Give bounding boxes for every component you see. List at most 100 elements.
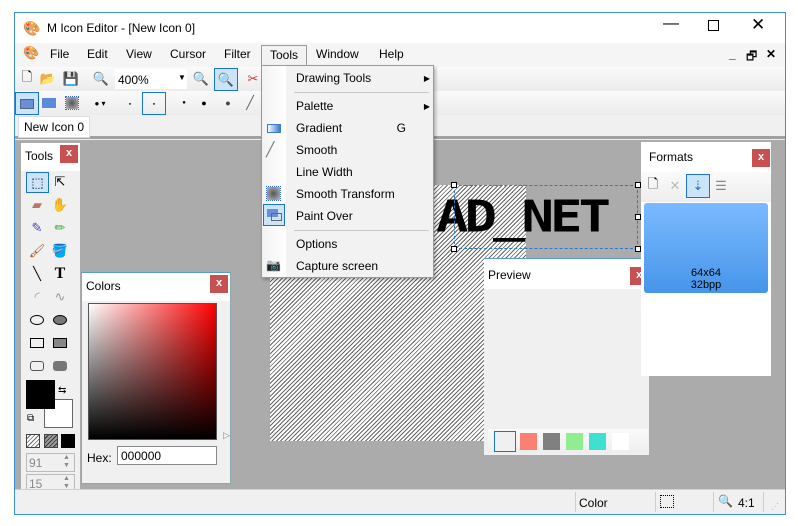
colors-panel-close-button[interactable]: x: [210, 275, 228, 293]
selection-handle[interactable]: [451, 246, 457, 252]
inverse-fill-icon[interactable]: [44, 434, 58, 448]
hex-value: 000000: [121, 449, 162, 463]
zoom-in-icon[interactable]: 🔍: [192, 70, 210, 88]
status-divider: [763, 492, 764, 512]
text-icon[interactable]: T: [51, 265, 69, 283]
preview-bg-swatch[interactable]: [543, 433, 560, 450]
brush-2-icon[interactable]: ●: [142, 92, 166, 115]
brush-size-dropdown[interactable]: ● ▾: [91, 94, 109, 112]
menu-help[interactable]: Help: [379, 47, 404, 61]
formats-panel-title: Formats: [649, 150, 694, 164]
layers-icon[interactable]: ☰: [712, 177, 730, 195]
menu-item-capture-screen[interactable]: Capture screen: [296, 259, 378, 273]
pencil-icon[interactable]: ✏: [51, 219, 69, 237]
tools-panel-close-button[interactable]: x: [60, 145, 78, 163]
smooth-transform-icon[interactable]: [63, 94, 81, 112]
saturation-value-picker[interactable]: [88, 303, 217, 440]
preview-bg-swatch[interactable]: [589, 433, 606, 450]
brush-icon[interactable]: 🖌: [28, 242, 46, 260]
preview-bg-swatch[interactable]: [520, 433, 537, 450]
primary-color-fill: [26, 380, 55, 409]
doc-icon[interactable]: 🎨: [23, 45, 39, 61]
cut-icon[interactable]: ✂: [244, 70, 262, 88]
status-mode: Color: [579, 496, 608, 510]
submenu-arrow-icon: ▶: [423, 102, 430, 111]
brush-3-icon[interactable]: ●: [175, 94, 193, 112]
zoom-value: 400%: [118, 73, 149, 87]
tools-menu: Drawing Tools ▶ Palette ▶ Gradient G ╱ Smoo…: [261, 65, 434, 278]
rectangle-icon[interactable]: [28, 334, 46, 352]
swap-colors-icon[interactable]: ⇆: [58, 385, 66, 396]
menu-edit[interactable]: Edit: [87, 47, 108, 61]
resize-grip-icon[interactable]: ⋰: [771, 502, 779, 511]
menu-filter[interactable]: Filter: [224, 47, 251, 61]
open-folder-icon[interactable]: 📂: [39, 70, 57, 88]
rect-select-icon[interactable]: ⬚: [26, 172, 49, 193]
mdi-close-button[interactable]: ✕: [766, 47, 776, 61]
eyedropper-icon[interactable]: ✎: [28, 219, 46, 237]
minimize-button[interactable]: —: [663, 15, 679, 33]
delete-format-icon[interactable]: ✕: [666, 177, 684, 195]
eraser-icon[interactable]: ▰: [28, 196, 46, 214]
zoom-select[interactable]: 400% ▼: [115, 69, 187, 89]
menu-file[interactable]: File: [50, 47, 69, 61]
pointer-select-icon[interactable]: ⇱: [51, 173, 69, 191]
menu-item-options[interactable]: Options: [296, 237, 337, 251]
menu-tools[interactable]: Tools: [261, 45, 308, 67]
brush-5-icon[interactable]: ●: [219, 94, 237, 112]
maximize-button[interactable]: [708, 20, 719, 31]
width-stepper[interactable]: 91 ▲ ▼: [26, 453, 75, 472]
zoom-auto-icon[interactable]: 🔍: [214, 68, 238, 91]
reset-colors-icon[interactable]: ⧉: [27, 413, 34, 424]
save-icon[interactable]: 💾: [62, 70, 80, 88]
menu-cursor[interactable]: Cursor: [170, 47, 206, 61]
transparent-fill-icon[interactable]: [26, 434, 40, 448]
filled-rectangle-icon[interactable]: [51, 334, 69, 352]
menu-window[interactable]: Window: [316, 47, 359, 61]
bezier-icon[interactable]: ∿: [51, 288, 69, 306]
filled-rounded-rect-icon[interactable]: [51, 357, 69, 375]
new-file-icon[interactable]: 🗋: [18, 69, 36, 88]
menu-item-paint-over[interactable]: Paint Over: [296, 209, 353, 223]
menu-item-smooth[interactable]: Smooth: [296, 143, 337, 157]
rounded-rect-icon[interactable]: [28, 357, 46, 375]
brush-1-icon[interactable]: ●: [121, 94, 139, 112]
menu-view[interactable]: View: [126, 47, 152, 61]
format-item[interactable]: 64x64 32bpp: [644, 203, 768, 293]
stepper-arrows-icon[interactable]: ▲ ▼: [63, 454, 70, 470]
hue-slider-handle[interactable]: ▷: [223, 430, 230, 441]
paint-over-icon[interactable]: [15, 92, 39, 115]
paint-replace-icon[interactable]: [40, 94, 58, 112]
smooth-icon[interactable]: ╱: [241, 94, 259, 112]
preview-bg-swatch[interactable]: [494, 431, 516, 452]
menu-item-smooth-transform[interactable]: Smooth Transform: [296, 187, 395, 201]
formats-panel-close-button[interactable]: x: [752, 149, 770, 167]
import-format-icon[interactable]: ⇣: [686, 174, 710, 198]
line-icon[interactable]: ╲: [28, 265, 46, 283]
preview-bg-swatch[interactable]: [612, 433, 629, 450]
colors-panel-header: Colors x: [82, 273, 230, 301]
new-format-icon[interactable]: 🗋: [644, 176, 662, 195]
solid-fill-icon[interactable]: [61, 434, 75, 448]
mdi-minimize-button[interactable]: _: [729, 47, 736, 61]
fill-bucket-icon[interactable]: 🪣: [51, 242, 69, 260]
tab-new-icon-0[interactable]: New Icon 0: [18, 116, 91, 138]
hex-input[interactable]: 000000: [117, 446, 217, 465]
selection-handle[interactable]: [451, 182, 457, 188]
app-icon: 🎨: [23, 20, 41, 36]
menu-item-drawing-tools[interactable]: Drawing Tools ▶: [296, 71, 430, 85]
filled-ellipse-icon[interactable]: [51, 311, 69, 329]
menu-item-line-width[interactable]: Line Width: [296, 165, 353, 179]
brush-4-icon[interactable]: ●: [195, 94, 213, 112]
preview-bg-swatch[interactable]: [566, 433, 583, 450]
close-button[interactable]: ✕: [751, 15, 765, 35]
menu-item-palette[interactable]: Palette ▶: [296, 99, 430, 113]
zoom-out-icon[interactable]: 🔍: [92, 70, 110, 88]
menu-item-label: Drawing Tools: [296, 71, 372, 85]
mdi-restore-button[interactable]: 🗗: [746, 47, 757, 68]
curve-icon[interactable]: ◜: [28, 288, 46, 306]
menu-item-gradient[interactable]: Gradient G: [296, 121, 406, 135]
ellipse-icon[interactable]: [28, 311, 46, 329]
selection-box[interactable]: [454, 185, 638, 249]
hand-icon[interactable]: ✋: [51, 196, 69, 214]
